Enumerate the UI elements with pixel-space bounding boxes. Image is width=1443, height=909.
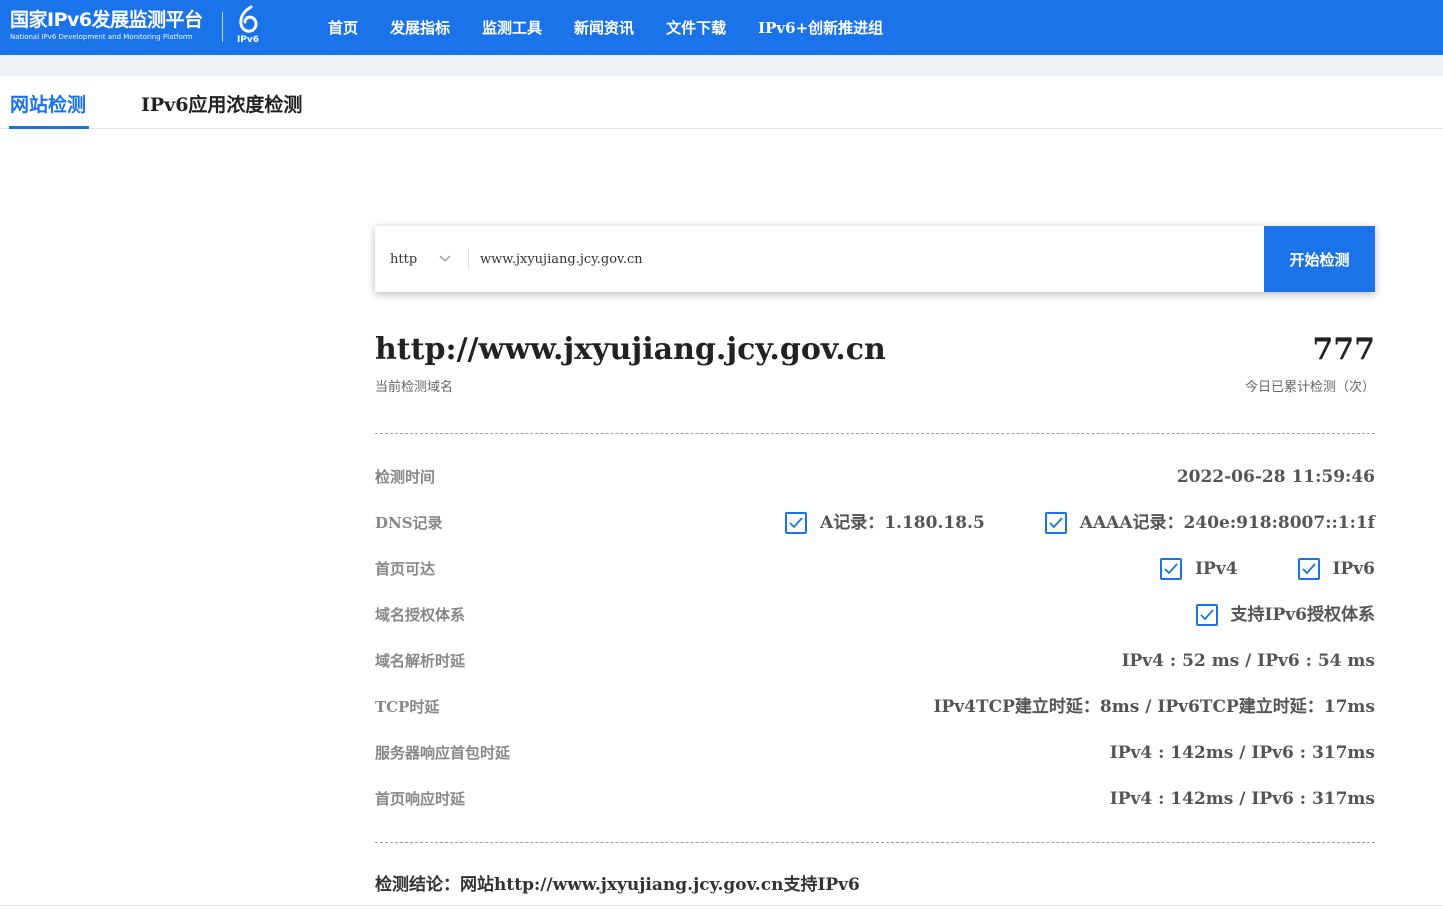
row-label: 首页响应时延 (375, 790, 466, 808)
ipv6-reach-check: IPv6 (1297, 557, 1375, 581)
search-bar: http 开始检测 (375, 226, 1375, 292)
ipv4-reach-check: IPv4 (1160, 557, 1238, 581)
page-bottom-line (0, 905, 1443, 906)
protocol-divider (468, 248, 469, 270)
today-check-count-caption: 今日已累计检测（次） (1244, 380, 1375, 395)
logo-subtitle: National IPv6 Development and Monitoring… (10, 33, 193, 41)
nav-downloads[interactable]: 文件下载 (666, 17, 726, 38)
url-input[interactable] (480, 244, 1250, 274)
checked-domain-caption: 当前检测域名 (375, 380, 454, 395)
row-value: IPv4 : 52 ms / IPv6 : 54 ms (1121, 651, 1375, 671)
row-check-time: 检测时间 2022-06-28 11:59:46 (375, 465, 1375, 489)
nav-tools[interactable]: 监测工具 (482, 17, 542, 38)
checkmark-icon (1297, 558, 1320, 580)
tab-ipv6-app-density[interactable]: IPv6应用浓度检测 (141, 90, 302, 117)
main-nav: 首页 发展指标 监测工具 新闻资讯 文件下载 IPv6+创新推进组 (328, 0, 915, 55)
nav-news[interactable]: 新闻资讯 (574, 17, 634, 38)
row-label: 首页可达 (375, 560, 436, 578)
row-value: IPv4TCP建立时延：8ms / IPv6TCP建立时延：17ms (933, 697, 1375, 717)
tab-website-check[interactable]: 网站检测 (10, 90, 86, 117)
top-header: 国家IPv6发展监测平台 National IPv6 Development a… (0, 0, 1443, 55)
a-record-text: A记录：1.180.18.5 (820, 513, 985, 533)
row-value: IPv4 : 142ms / IPv6 : 317ms (1109, 743, 1375, 763)
aaaa-record-text: AAAA记录：240e:918:8007::1:1f (1079, 513, 1375, 533)
check-conclusion: 检测结论：网站http://www.jxyujiang.jcy.gov.cn支持… (375, 875, 860, 895)
row-value: 2022-06-28 11:59:46 (1176, 467, 1375, 487)
logo-title: 国家IPv6发展监测平台 (10, 9, 203, 31)
row-value: A记录：1.180.18.5 AAAA记录：240e:918:8007::1:1… (785, 511, 1375, 535)
divider-bottom (375, 842, 1375, 843)
row-label: 域名解析时延 (375, 652, 466, 670)
active-tab-underline (9, 126, 89, 129)
today-check-count: 777 (1312, 332, 1375, 367)
row-label: 服务器响应首包时延 (375, 744, 511, 762)
logo-divider (222, 12, 223, 42)
row-homepage-reachable: 首页可达 IPv4 IPv6 (375, 557, 1375, 581)
checkmark-icon (1044, 512, 1067, 534)
row-label: DNS记录 (375, 514, 443, 532)
checkmark-icon (785, 512, 808, 534)
row-value: IPv4 IPv6 (1160, 557, 1375, 581)
nav-home[interactable]: 首页 (328, 17, 358, 38)
ipv4-reach-text: IPv4 (1195, 559, 1238, 579)
site-logo[interactable]: 国家IPv6发展监测平台 National IPv6 Development a… (10, 8, 210, 48)
row-server-first-packet: 服务器响应首包时延 IPv4 : 142ms / IPv6 : 317ms (375, 741, 1375, 765)
row-label: TCP时延 (375, 698, 440, 716)
ipv6-swirl-icon (239, 5, 258, 33)
row-label: 检测时间 (375, 468, 436, 486)
nav-innovation-group[interactable]: IPv6+创新推进组 (758, 17, 883, 38)
a-record-check: A记录：1.180.18.5 (785, 511, 985, 535)
row-homepage-latency: 首页响应时延 IPv4 : 142ms / IPv6 : 317ms (375, 787, 1375, 811)
auth-text: 支持IPv6授权体系 (1230, 605, 1375, 625)
header-band (0, 55, 1443, 76)
row-dns: DNS记录 A记录：1.180.18.5 AAAA记录：240e:918:800… (375, 511, 1375, 535)
row-value: IPv4 : 142ms / IPv6 : 317ms (1109, 789, 1375, 809)
divider-top (375, 433, 1375, 434)
protocol-select[interactable]: http (390, 226, 451, 292)
ipv6-reach-text: IPv6 (1332, 559, 1375, 579)
checkmark-icon (1160, 558, 1183, 580)
ipv6-mark-text: IPv6 (236, 35, 260, 45)
start-check-button[interactable]: 开始检测 (1264, 226, 1375, 292)
protocol-value: http (390, 251, 418, 267)
chevron-down-icon (439, 252, 451, 267)
row-dns-latency: 域名解析时延 IPv4 : 52 ms / IPv6 : 54 ms (375, 649, 1375, 673)
aaaa-record-check: AAAA记录：240e:918:8007::1:1f (1044, 511, 1375, 535)
row-value: 支持IPv6授权体系 (1195, 603, 1375, 627)
checkmark-icon (1195, 604, 1218, 626)
auth-check: 支持IPv6授权体系 (1195, 603, 1375, 627)
ipv6-logo: IPv6 (234, 5, 262, 49)
checked-domain: http://www.jxyujiang.jcy.gov.cn (375, 332, 886, 367)
row-tcp-latency: TCP时延 IPv4TCP建立时延：8ms / IPv6TCP建立时延：17ms (375, 695, 1375, 719)
nav-indicators[interactable]: 发展指标 (390, 17, 450, 38)
row-label: 域名授权体系 (375, 606, 466, 624)
tab-bar: 网站检测 IPv6应用浓度检测 (0, 76, 1443, 129)
row-domain-auth: 域名授权体系 支持IPv6授权体系 (375, 603, 1375, 627)
